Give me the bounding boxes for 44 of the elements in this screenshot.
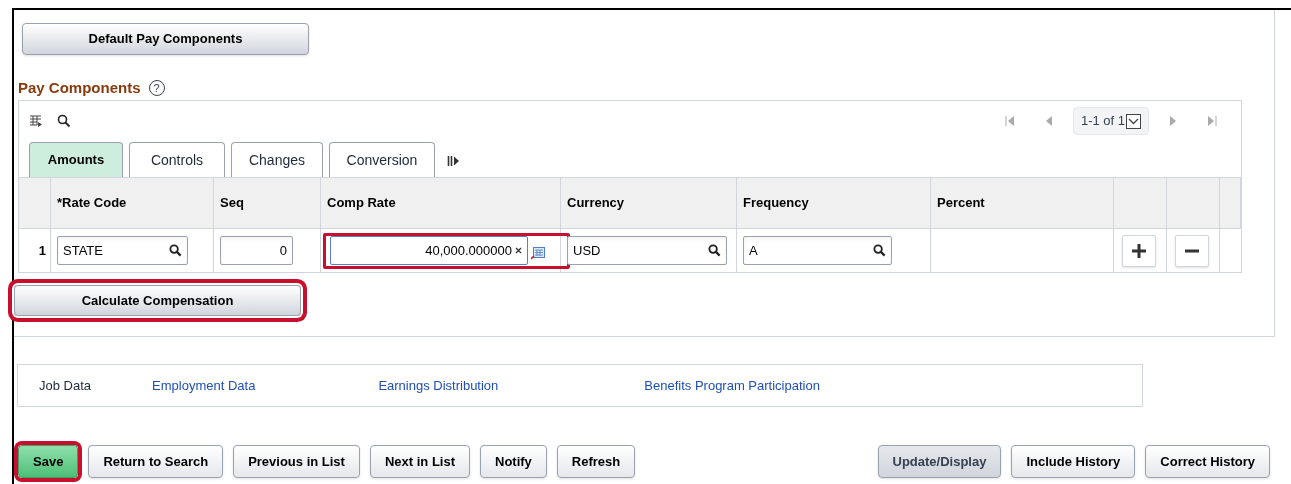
column-header: Percent	[931, 178, 1114, 228]
tab[interactable]: Controls	[129, 142, 225, 177]
column-header: Currency	[561, 178, 737, 228]
column-header: Frequency	[737, 178, 931, 228]
seq-field[interactable]: 0	[220, 236, 293, 265]
search-icon[interactable]	[169, 244, 182, 257]
search-icon[interactable]	[708, 244, 721, 257]
grid-view-icon[interactable]	[29, 114, 43, 128]
row-number: 1	[38, 241, 46, 260]
delete-row-button[interactable]	[1175, 234, 1209, 267]
column-header: Seq	[214, 178, 321, 228]
tab[interactable]: Changes	[231, 142, 323, 177]
search-icon[interactable]	[57, 114, 71, 128]
tab[interactable]: Conversion	[329, 142, 435, 177]
toolbar-button[interactable]: Update/Display	[877, 445, 1002, 478]
toolbar-button[interactable]: Notify	[480, 445, 547, 478]
page-link[interactable]: Employment Data	[152, 375, 256, 396]
toolbar-button[interactable]: Return to Search	[88, 445, 224, 478]
current-page-label: Job Data	[39, 376, 92, 395]
lookup-field[interactable]: A	[743, 236, 892, 265]
toolbar-button[interactable]: Refresh	[556, 445, 636, 478]
lookup-field[interactable]: USD	[567, 236, 727, 265]
dropdown-caret-icon[interactable]	[1126, 113, 1141, 129]
search-icon[interactable]	[873, 244, 886, 257]
default-pay-components-button[interactable]: Default Pay Components	[22, 23, 309, 55]
minus-icon	[1185, 248, 1199, 253]
toolbar-button[interactable]: Previous in List	[233, 445, 360, 478]
toolbar-button[interactable]: Next in List	[369, 445, 470, 478]
calculator-icon[interactable]	[531, 247, 545, 260]
clear-icon[interactable]	[515, 247, 522, 254]
add-row-button[interactable]	[1122, 234, 1156, 267]
lookup-field[interactable]: STATE	[57, 236, 188, 265]
column-header: Comp Rate	[321, 178, 561, 228]
page-link[interactable]: Benefits Program Participation	[644, 375, 820, 396]
page-link[interactable]: Earnings Distribution	[378, 375, 499, 396]
plus-icon	[1132, 243, 1146, 258]
tab[interactable]: Amounts	[29, 142, 123, 177]
comp-rate-field[interactable]: 40,000.000000	[330, 236, 528, 265]
toolbar-button[interactable]: Include History	[1011, 445, 1136, 478]
pager-dropdown[interactable]: 1-1 of 1	[1072, 107, 1149, 135]
section-title: Pay Components	[18, 77, 141, 98]
column-header: *Rate Code	[51, 178, 214, 228]
show-all-columns-icon[interactable]	[447, 155, 461, 167]
toolbar-button[interactable]: Correct History	[1145, 445, 1270, 478]
